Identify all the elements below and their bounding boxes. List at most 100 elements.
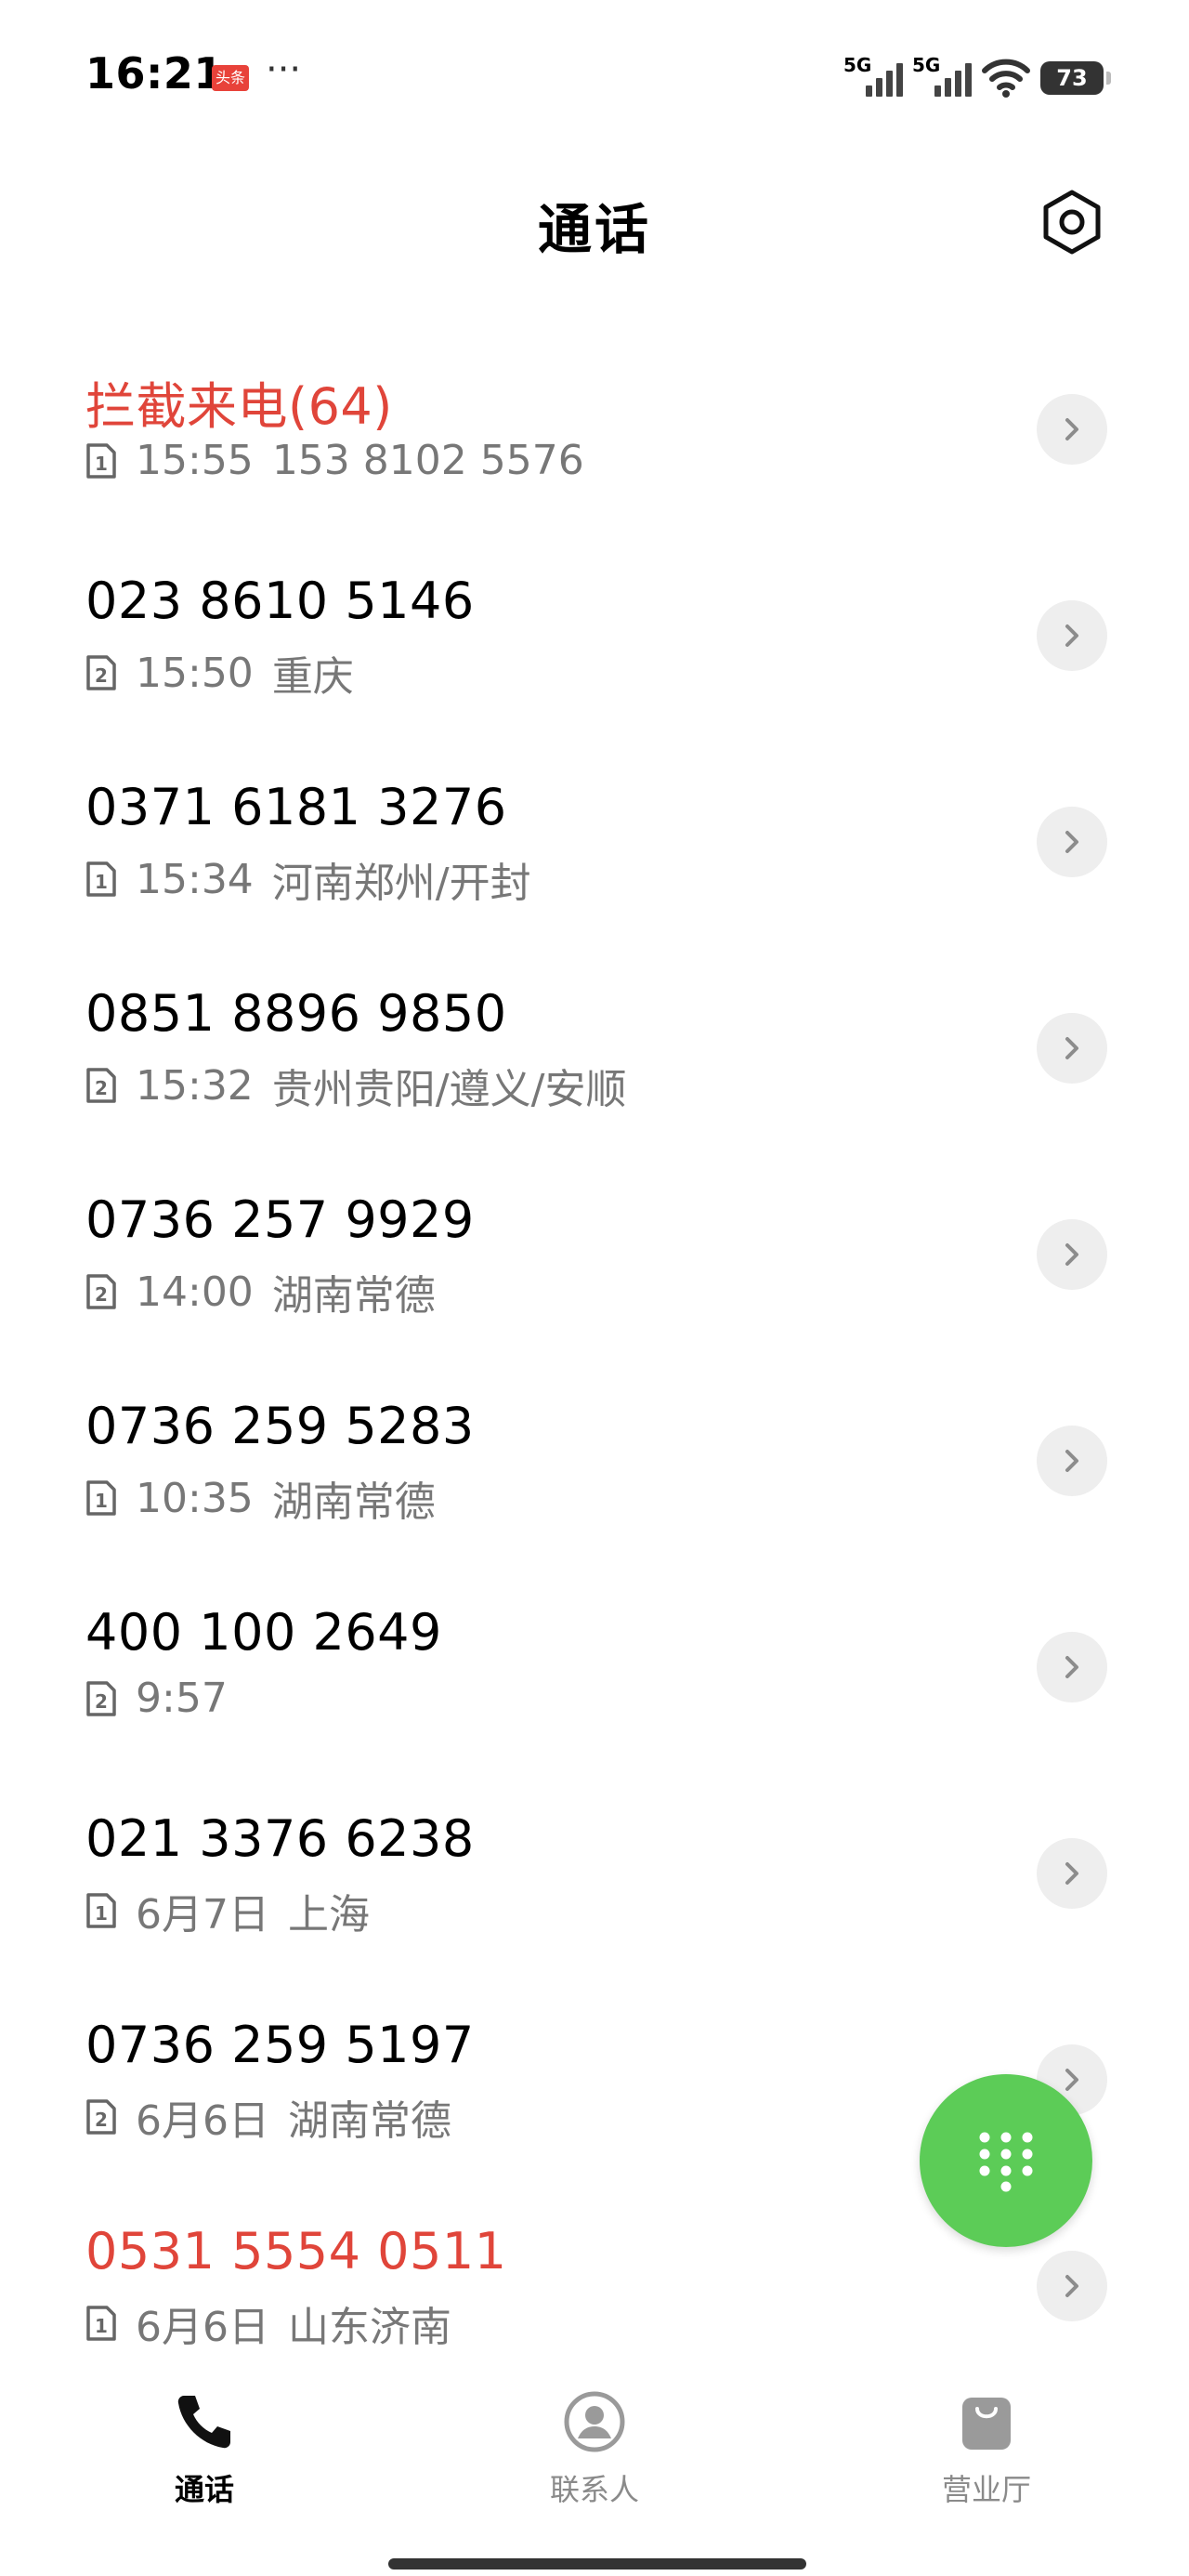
call-meta: 2 15:50 重庆 (85, 643, 354, 703)
call-name: 0736 259 5283 (85, 1397, 475, 1455)
more-notifications-icon: ··· (266, 48, 302, 91)
call-time: 6月6日 (136, 2304, 269, 2351)
status-indicators: 5G 5G 73 (843, 54, 1111, 100)
nav-label-store: 营业厅 (941, 2472, 1031, 2507)
call-time: 6月6日 (136, 2097, 269, 2145)
call-time: 15:50 (136, 649, 254, 697)
chevron-right-icon (1065, 2275, 1078, 2297)
chevron-right-icon (1065, 1450, 1078, 1472)
svg-text:1: 1 (95, 2315, 108, 2337)
call-log-item[interactable]: 021 3376 6238 1 6月7日 上海 (0, 1779, 1189, 1985)
call-time: 6月7日 (136, 1891, 269, 1939)
store-bag-icon (962, 2398, 1011, 2450)
call-meta: 2 14:00 湖南常德 (85, 1262, 436, 1321)
call-details-button[interactable] (1037, 1426, 1107, 1496)
chevron-right-icon (1065, 624, 1078, 647)
call-details-button[interactable] (1037, 1219, 1107, 1290)
svg-text:1: 1 (95, 1902, 108, 1925)
call-details-button[interactable] (1037, 600, 1107, 671)
home-indicator[interactable] (388, 2558, 806, 2569)
wifi-icon (982, 59, 1030, 98)
sim2-icon: 2 (86, 1274, 116, 1309)
contacts-icon (564, 2391, 625, 2452)
call-time: 14:00 (136, 1268, 254, 1316)
svg-text:2: 2 (95, 1077, 108, 1099)
call-meta: 1 15:55 153 8102 5576 (85, 437, 584, 484)
battery-icon: 73 (1040, 61, 1111, 95)
svg-text:1: 1 (95, 871, 108, 893)
toutiao-notification-icon: 头条 (212, 65, 249, 91)
sim2-icon: 2 (86, 655, 116, 690)
call-location: 贵州贵阳/遵义/安顺 (271, 1066, 627, 1113)
nav-tab-store[interactable]: 营业厅 (894, 2388, 1079, 2509)
status-time: 16:21 (85, 48, 224, 99)
call-location: 山东济南 (288, 2304, 451, 2351)
dialpad-button[interactable] (920, 2074, 1092, 2247)
call-location: 153 8102 5576 (271, 437, 584, 484)
call-log-item[interactable]: 拦截来电(64) 1 15:55 153 8102 5576 (0, 335, 1189, 541)
call-location: 湖南常德 (288, 2097, 451, 2145)
call-meta: 1 6月6日 山东济南 (85, 2293, 451, 2353)
call-name: 拦截来电(64) (85, 377, 393, 436)
chevron-right-icon (1065, 1037, 1078, 1059)
chevron-right-icon (1065, 2069, 1078, 2091)
call-time: 10:35 (136, 1474, 254, 1522)
sim2-icon: 2 (86, 1068, 116, 1103)
bottom-nav: 通话 联系人 营业厅 (0, 2360, 1189, 2537)
sim1-icon: 1 (86, 1893, 116, 1928)
call-log-item[interactable]: 0851 8896 9850 2 15:32 贵州贵阳/遵义/安顺 (0, 953, 1189, 1160)
call-log-item[interactable]: 023 8610 5146 2 15:50 重庆 (0, 541, 1189, 747)
chevron-right-icon (1065, 418, 1078, 440)
call-location: 上海 (288, 1891, 370, 1939)
call-name: 023 8610 5146 (85, 572, 475, 630)
sim1-signal-icon: 5G (843, 54, 903, 100)
call-name: 0531 5554 0511 (85, 2222, 507, 2280)
call-meta: 2 6月6日 湖南常德 (85, 2087, 451, 2147)
svg-text:2: 2 (95, 1690, 108, 1713)
dialpad-icon (979, 2132, 1033, 2192)
chevron-right-icon (1065, 831, 1078, 853)
call-details-button[interactable] (1037, 1013, 1107, 1084)
call-log-item[interactable]: 0736 259 5283 1 10:35 湖南常德 (0, 1366, 1189, 1572)
call-name: 0371 6181 3276 (85, 778, 507, 836)
nav-tab-calls[interactable]: 通话 (111, 2388, 297, 2509)
sim2-signal-icon: 5G (912, 54, 972, 100)
call-location: 重庆 (271, 653, 354, 701)
call-details-button[interactable] (1037, 1632, 1107, 1702)
call-log-item[interactable]: 0736 257 9929 2 14:00 湖南常德 (0, 1160, 1189, 1366)
call-details-button[interactable] (1037, 2251, 1107, 2321)
page-title: 通话 (537, 198, 651, 261)
call-log-item[interactable]: 0371 6181 3276 1 15:34 河南郑州/开封 (0, 747, 1189, 953)
call-meta: 2 15:32 贵州贵阳/遵义/安顺 (85, 1056, 626, 1115)
sim1-icon: 1 (86, 2306, 116, 2341)
nav-label-calls: 通话 (174, 2472, 234, 2507)
status-bar: 16:21 头条 ··· 5G 5G 73 (0, 0, 1189, 158)
call-time: 9:57 (136, 1675, 228, 1722)
nav-tab-contacts[interactable]: 联系人 (502, 2388, 687, 2509)
call-name: 0736 257 9929 (85, 1190, 475, 1249)
call-name: 021 3376 6238 (85, 1809, 475, 1868)
call-log-item[interactable]: 400 100 2649 2 9:57 (0, 1572, 1189, 1779)
call-details-button[interactable] (1037, 1838, 1107, 1909)
settings-button[interactable] (1039, 189, 1105, 256)
svg-text:2: 2 (95, 2109, 108, 2131)
nav-label-contacts: 联系人 (549, 2472, 639, 2507)
call-details-button[interactable] (1037, 394, 1107, 465)
call-name: 0736 259 5197 (85, 2016, 475, 2074)
sim2-icon: 2 (86, 2099, 116, 2135)
sim1-icon: 1 (86, 861, 116, 897)
call-time: 15:55 (136, 437, 254, 484)
call-location: 湖南常德 (271, 1479, 436, 1526)
svg-text:2: 2 (95, 1283, 108, 1306)
sim2-icon: 2 (86, 1680, 116, 1716)
svg-text:2: 2 (95, 664, 108, 687)
call-name: 400 100 2649 (85, 1603, 442, 1662)
call-meta: 1 10:35 湖南常德 (85, 1468, 436, 1528)
call-time: 15:34 (136, 855, 254, 903)
call-location: 河南郑州/开封 (271, 860, 531, 907)
call-details-button[interactable] (1037, 807, 1107, 877)
call-time: 15:32 (136, 1061, 254, 1110)
call-location: 湖南常德 (271, 1272, 436, 1320)
chevron-right-icon (1065, 1243, 1078, 1266)
chevron-right-icon (1065, 1862, 1078, 1885)
